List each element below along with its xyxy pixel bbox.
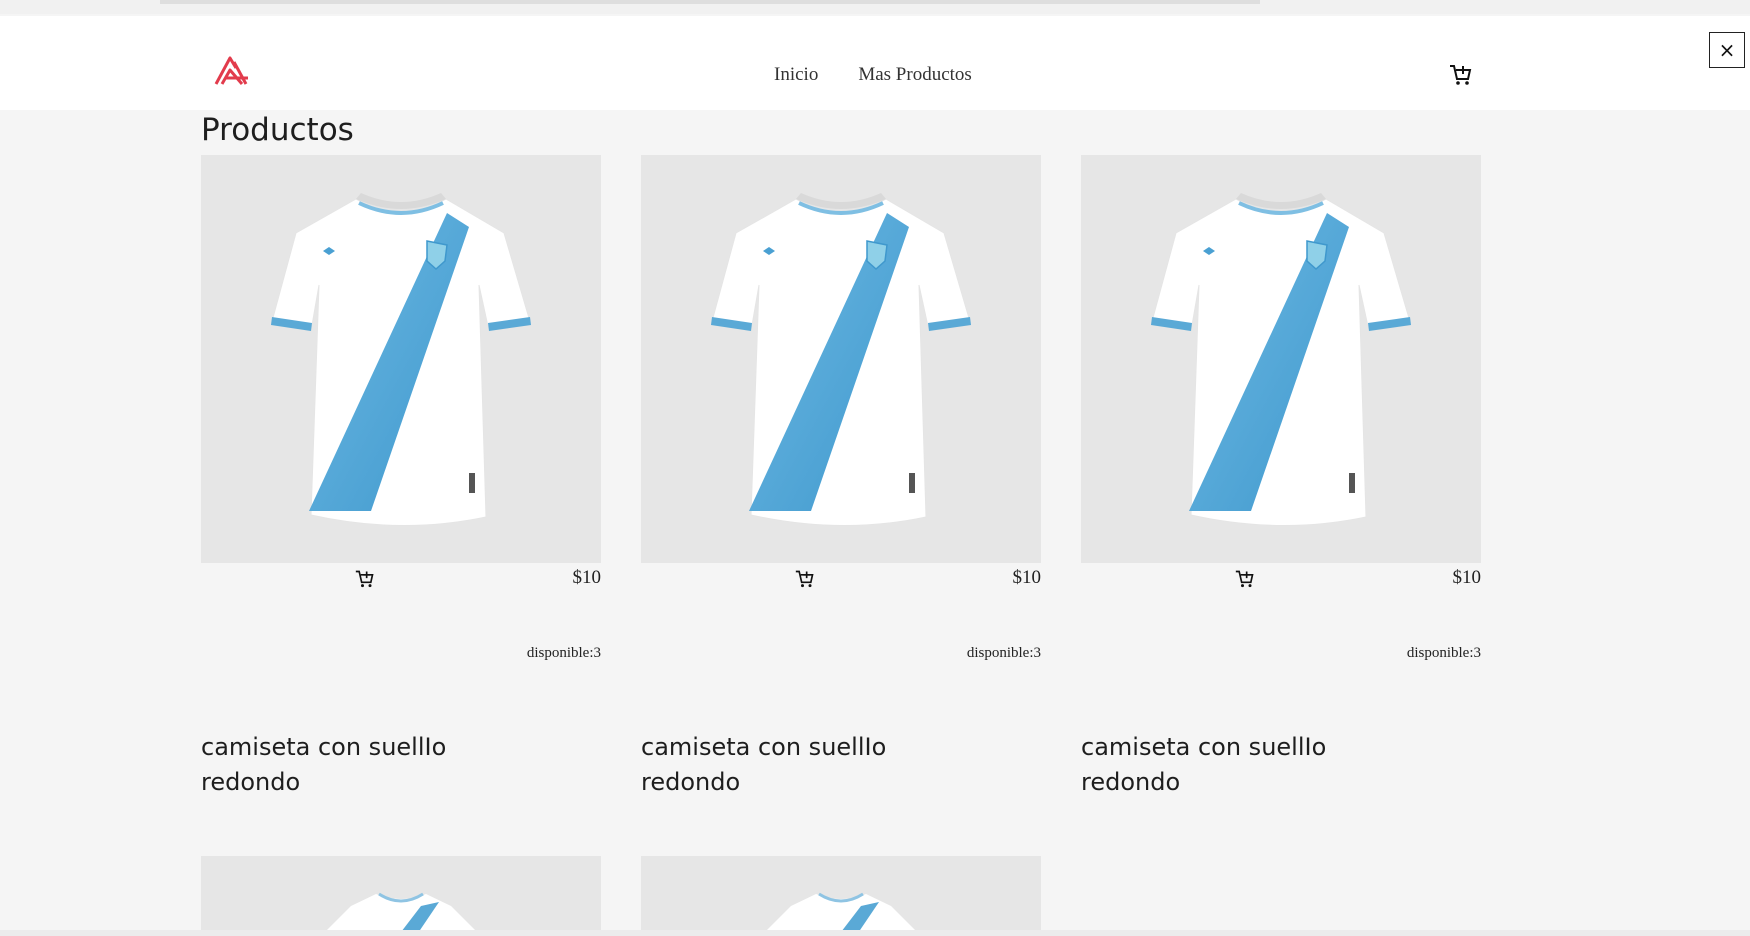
cart-icon[interactable] xyxy=(1449,63,1473,87)
jersey-image[interactable] xyxy=(201,155,601,563)
cart-add-icon[interactable] xyxy=(795,569,815,589)
nav-link-mas-productos[interactable]: Mas Productos xyxy=(858,64,971,86)
product-card[interactable]: $10 disponible:3 camiseta con suellIo re… xyxy=(201,155,601,800)
bottom-edge xyxy=(0,930,1750,936)
price-row: $10 xyxy=(201,563,601,599)
product-card[interactable]: $10 disponible:3 camiseta con suellIo re… xyxy=(641,155,1041,800)
jersey-image[interactable] xyxy=(1081,155,1481,563)
brand-logo-icon[interactable] xyxy=(212,50,252,90)
horizontal-scrollbar[interactable] xyxy=(160,0,1260,4)
cart-add-icon[interactable] xyxy=(355,569,375,589)
page-title: Productos xyxy=(201,112,354,148)
price-row: $10 xyxy=(641,563,1041,599)
cart-add-icon[interactable] xyxy=(1235,569,1255,589)
product-name[interactable]: camiseta con suellIo redondo xyxy=(201,730,501,800)
product-price: $10 xyxy=(572,567,602,588)
product-card-partial[interactable] xyxy=(201,856,601,936)
navbar: Inicio Mas Productos xyxy=(0,16,1750,110)
close-icon: × xyxy=(1718,38,1736,62)
product-price: $10 xyxy=(1452,567,1482,588)
availability-text: disponible:3 xyxy=(1406,645,1481,661)
main-nav: Inicio Mas Productos xyxy=(774,64,972,86)
browser-top-strip xyxy=(0,0,1750,14)
nav-link-inicio[interactable]: Inicio xyxy=(774,64,818,86)
availability-text: disponible:3 xyxy=(526,645,601,661)
jersey-image[interactable] xyxy=(641,155,1041,563)
jersey-image[interactable] xyxy=(641,856,1041,936)
product-card-partial[interactable] xyxy=(641,856,1041,936)
availability-text: disponible:3 xyxy=(966,645,1041,661)
product-price: $10 xyxy=(1012,567,1042,588)
jersey-image[interactable] xyxy=(201,856,601,936)
price-row: $10 xyxy=(1081,563,1481,599)
product-name[interactable]: camiseta con suellIo redondo xyxy=(641,730,941,800)
close-button[interactable]: × xyxy=(1709,32,1745,68)
product-name[interactable]: camiseta con suellIo redondo xyxy=(1081,730,1381,800)
product-card[interactable]: $10 disponible:3 camiseta con suellIo re… xyxy=(1081,155,1481,800)
